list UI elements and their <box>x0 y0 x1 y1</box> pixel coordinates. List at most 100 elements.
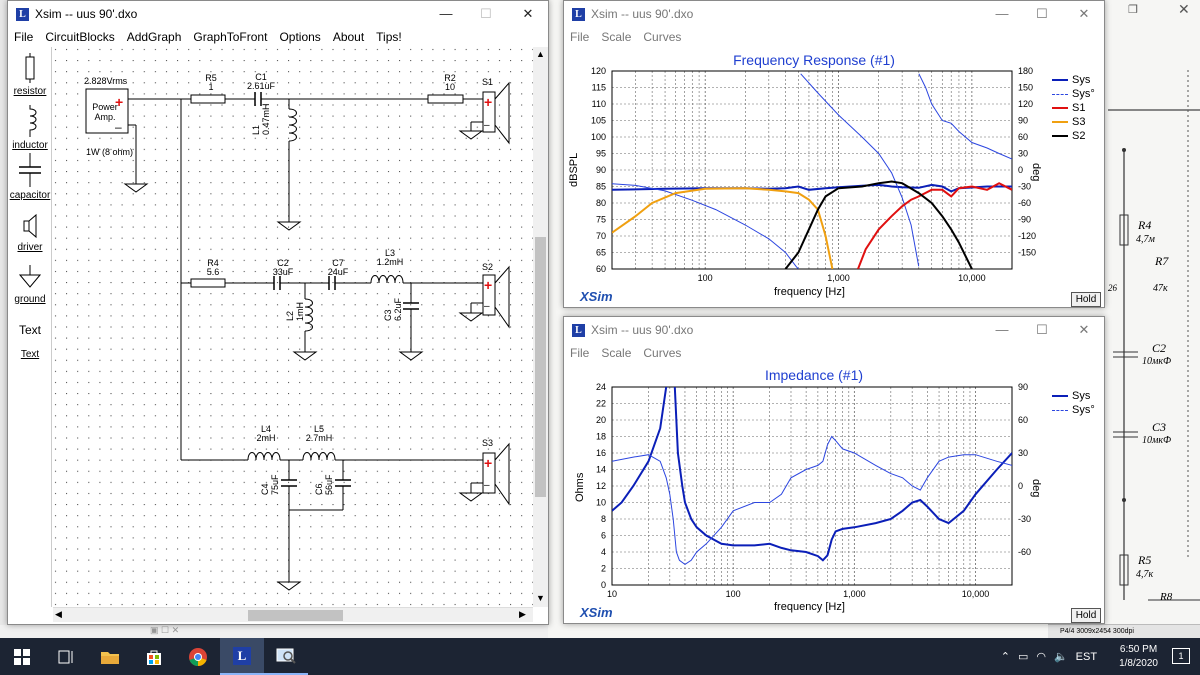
minimize-button[interactable]: — <box>982 1 1022 27</box>
inductor-icon <box>29 105 37 137</box>
tool-ground[interactable]: ground <box>8 265 52 305</box>
imp-ytick: 22 <box>596 399 606 409</box>
scroll-left-button[interactable]: ◀ <box>55 609 62 620</box>
maximize-button[interactable]: ☐ <box>1022 1 1062 27</box>
doc-label-c2-val: 10мкФ <box>1142 356 1172 367</box>
vertical-scrollbar[interactable]: ▲ ▼ <box>533 47 548 607</box>
close-button[interactable]: ✕ <box>1064 1 1104 27</box>
xsim-taskbar-button[interactable]: L <box>220 638 264 675</box>
tool-inductor[interactable]: inductor <box>8 105 52 151</box>
menu-file[interactable]: File <box>564 30 595 44</box>
frequency-chart[interactable]: 60 65 70 75 80 85 90 95 100 105 110 115 120 -150 -120 -… <box>564 61 1104 301</box>
horizontal-scrollbar[interactable]: ◀ ▶ <box>53 607 533 622</box>
menu-file[interactable]: File <box>564 346 595 360</box>
menu-scale[interactable]: Scale <box>595 30 637 44</box>
freq-xtick: 100 <box>698 273 713 283</box>
close-button[interactable]: ✕ <box>508 1 548 27</box>
chevron-up-icon[interactable]: ⌃ <box>1001 650 1010 663</box>
chrome-button[interactable] <box>176 638 220 675</box>
window-title: Xsim -- uus 90'.dxo <box>591 7 694 21</box>
freq-series-2 <box>857 182 1012 269</box>
label-c1: C1 2.61uF <box>246 72 276 91</box>
menu-scale[interactable]: Scale <box>595 346 637 360</box>
chart-legend: Sys Sys° S1 S3 S2 <box>1052 73 1095 143</box>
tool-text[interactable]: Text <box>8 323 52 337</box>
freq-ytick: 70 <box>596 231 606 241</box>
maximize-button[interactable]: ☐ <box>466 1 506 27</box>
legend-s3: S3 <box>1052 115 1095 129</box>
frequency-window[interactable]: L Xsim -- uus 90'.dxo — ☐ ✕ File Scale C… <box>563 0 1105 308</box>
doc-statusbar: P4/4 3009x2454 300dpi <box>1048 624 1200 638</box>
viewer-taskbar-button[interactable] <box>264 638 308 675</box>
scroll-right-button[interactable]: ▶ <box>519 609 526 620</box>
label-l3: L3 1.2mH <box>376 248 404 267</box>
svg-text:–: – <box>484 301 490 312</box>
imp-ytick: 8 <box>601 514 606 524</box>
vertical-scroll-thumb[interactable] <box>535 237 546 497</box>
impedance-chart[interactable]: 024681012141618202224-60-30030609010 100 1… <box>564 377 1104 617</box>
file-explorer-button[interactable] <box>88 638 132 675</box>
freq-xtick: 10,000 <box>958 273 986 283</box>
imp-series-1 <box>612 435 1012 566</box>
language-indicator[interactable]: EST <box>1076 651 1097 663</box>
menu-tips[interactable]: Tips! <box>370 30 408 44</box>
volume-icon[interactable]: 🔈 <box>1054 650 1068 663</box>
doc-label-r7: R7 <box>1155 254 1169 268</box>
tool-text-label: Text <box>20 349 40 360</box>
tool-text-underlined[interactable]: Text <box>8 349 52 360</box>
app-icon: L <box>16 7 29 21</box>
horizontal-scroll-thumb[interactable] <box>248 610 343 621</box>
scroll-down-button[interactable]: ▼ <box>536 593 545 603</box>
circuit-window[interactable]: L Xsim -- uus 90'.dxo — ☐ ✕ File Circuit… <box>7 0 549 625</box>
tool-capacitor-label: capacitor <box>9 190 51 201</box>
store-button[interactable] <box>132 638 176 675</box>
tool-ground-label: ground <box>14 294 46 305</box>
folder-icon <box>101 651 119 664</box>
label-c2: C2 33uF <box>272 258 294 277</box>
tool-capacitor[interactable]: capacitor <box>8 153 52 201</box>
label-c7: C7 24uF <box>327 258 349 277</box>
imp-ytick: 10 <box>596 498 606 508</box>
tool-driver[interactable]: driver <box>8 213 52 253</box>
imp-ytick: 24 <box>596 382 606 392</box>
start-button[interactable] <box>0 638 44 675</box>
clock-time: 6:50 PM <box>1119 643 1158 655</box>
label-c3: C3 6.2uF <box>383 297 403 321</box>
svg-text:–: – <box>484 480 490 491</box>
legend-s2: S2 <box>1052 129 1095 143</box>
hold-button[interactable]: Hold <box>1071 608 1101 623</box>
notification-button[interactable]: 1 <box>1172 648 1190 664</box>
wifi-icon[interactable]: ◠ <box>1036 650 1046 663</box>
legend-sys-phase: Sys° <box>1052 403 1095 417</box>
menu-about[interactable]: About <box>327 30 370 44</box>
minimize-button[interactable]: — <box>426 1 466 27</box>
maximize-button[interactable]: ☐ <box>1022 317 1062 343</box>
tool-inductor-label: inductor <box>12 140 48 151</box>
impedance-window[interactable]: L Xsim -- uus 90'.dxo — ☐ ✕ File Scale C… <box>563 316 1105 624</box>
schematic-canvas[interactable]: + +++ – ––– <box>53 47 533 607</box>
minimize-button[interactable]: — <box>982 317 1022 343</box>
freq-y2tick: 180 <box>1018 66 1033 76</box>
label-l2: L2 1mH <box>285 301 305 321</box>
menu-file[interactable]: File <box>8 30 39 44</box>
label-s2: S2 <box>482 262 494 272</box>
x-axis-label: frequency [Hz] <box>774 601 845 613</box>
menu-circuitblocks[interactable]: CircuitBlocks <box>39 30 120 44</box>
menu-addgraph[interactable]: AddGraph <box>121 30 188 44</box>
menu-curves[interactable]: Curves <box>637 346 687 360</box>
menu-curves[interactable]: Curves <box>637 30 687 44</box>
menu-options[interactable]: Options <box>273 30 326 44</box>
svg-text:+: + <box>484 94 492 110</box>
freq-y2tick: -150 <box>1018 248 1036 258</box>
battery-icon[interactable]: ▭ <box>1018 650 1028 663</box>
label-r5: R5 1 <box>205 73 217 92</box>
svg-text:–: – <box>484 120 490 131</box>
menu-graphtofront[interactable]: GraphToFront <box>187 30 273 44</box>
clock[interactable]: 6:50 PM 1/8/2020 <box>1119 643 1158 671</box>
label-c6: C6 56uF <box>314 474 334 495</box>
tool-resistor[interactable]: resistor <box>8 53 52 97</box>
scroll-up-button[interactable]: ▲ <box>536 49 545 59</box>
task-view-button[interactable] <box>44 638 88 675</box>
hold-button[interactable]: Hold <box>1071 292 1101 307</box>
close-button[interactable]: ✕ <box>1064 317 1104 343</box>
